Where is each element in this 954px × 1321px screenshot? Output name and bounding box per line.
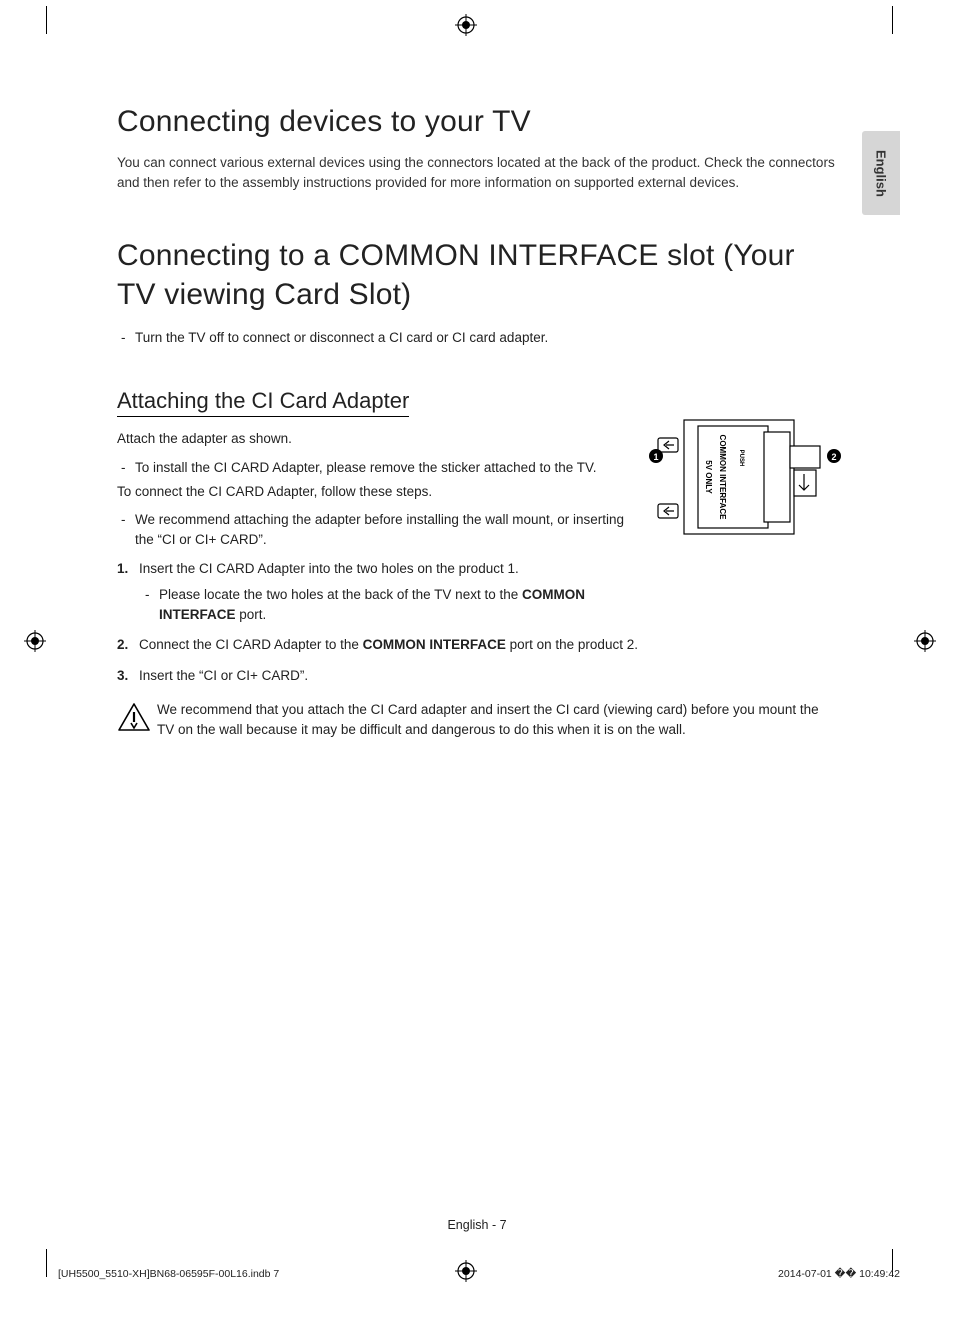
svg-text:5V ONLY: 5V ONLY	[704, 460, 713, 494]
heading-connecting-devices: Connecting devices to your TV	[117, 105, 837, 139]
text-follow-steps: To connect the CI CARD Adapter, follow t…	[117, 482, 637, 502]
note-remove-sticker: -To install the CI CARD Adapter, please …	[121, 458, 637, 478]
note-turn-off: -Turn the TV off to connect or disconnec…	[121, 328, 837, 348]
text-attach-adapter: Attach the adapter as shown.	[117, 429, 637, 449]
step-1: Insert the CI CARD Adapter into the two …	[117, 559, 637, 626]
note-recommend-before-mount: -We recommend attaching the adapter befo…	[121, 510, 637, 551]
warning-text: We recommend that you attach the CI Card…	[157, 700, 837, 741]
footer-file-path: [UH5500_5510-XH]BN68-06595F-00L16.indb 7	[58, 1268, 279, 1280]
language-tab-label: English	[874, 150, 889, 197]
page-footer-center: English - 7	[0, 1218, 954, 1232]
warning-icon	[117, 700, 157, 741]
footer-timestamp: 2014-07-01 �� 10:49:42	[778, 1268, 900, 1280]
svg-text:1: 1	[653, 452, 658, 462]
svg-text:PUSH: PUSH	[738, 450, 744, 467]
registration-mark-left	[24, 630, 46, 652]
svg-text:2: 2	[831, 452, 836, 462]
ci-card-adapter-figure: 1 COMMON INTERFACE 5V ONLY PUSH 2	[644, 412, 844, 542]
step-2: Connect the CI CARD Adapter to the COMMO…	[117, 635, 837, 655]
subheading-attaching: Attaching the CI Card Adapter	[117, 388, 409, 417]
language-tab: English	[862, 131, 900, 215]
registration-mark-right	[914, 630, 936, 652]
svg-text:COMMON INTERFACE: COMMON INTERFACE	[718, 435, 727, 521]
step-1-sub: - Please locate the two holes at the bac…	[145, 585, 637, 626]
step-3: Insert the “CI or CI+ CARD”.	[117, 666, 837, 686]
registration-mark-top	[455, 14, 477, 36]
heading-common-interface: Connecting to a COMMON INTERFACE slot (Y…	[117, 236, 837, 314]
intro-paragraph: You can connect various external devices…	[117, 153, 837, 192]
